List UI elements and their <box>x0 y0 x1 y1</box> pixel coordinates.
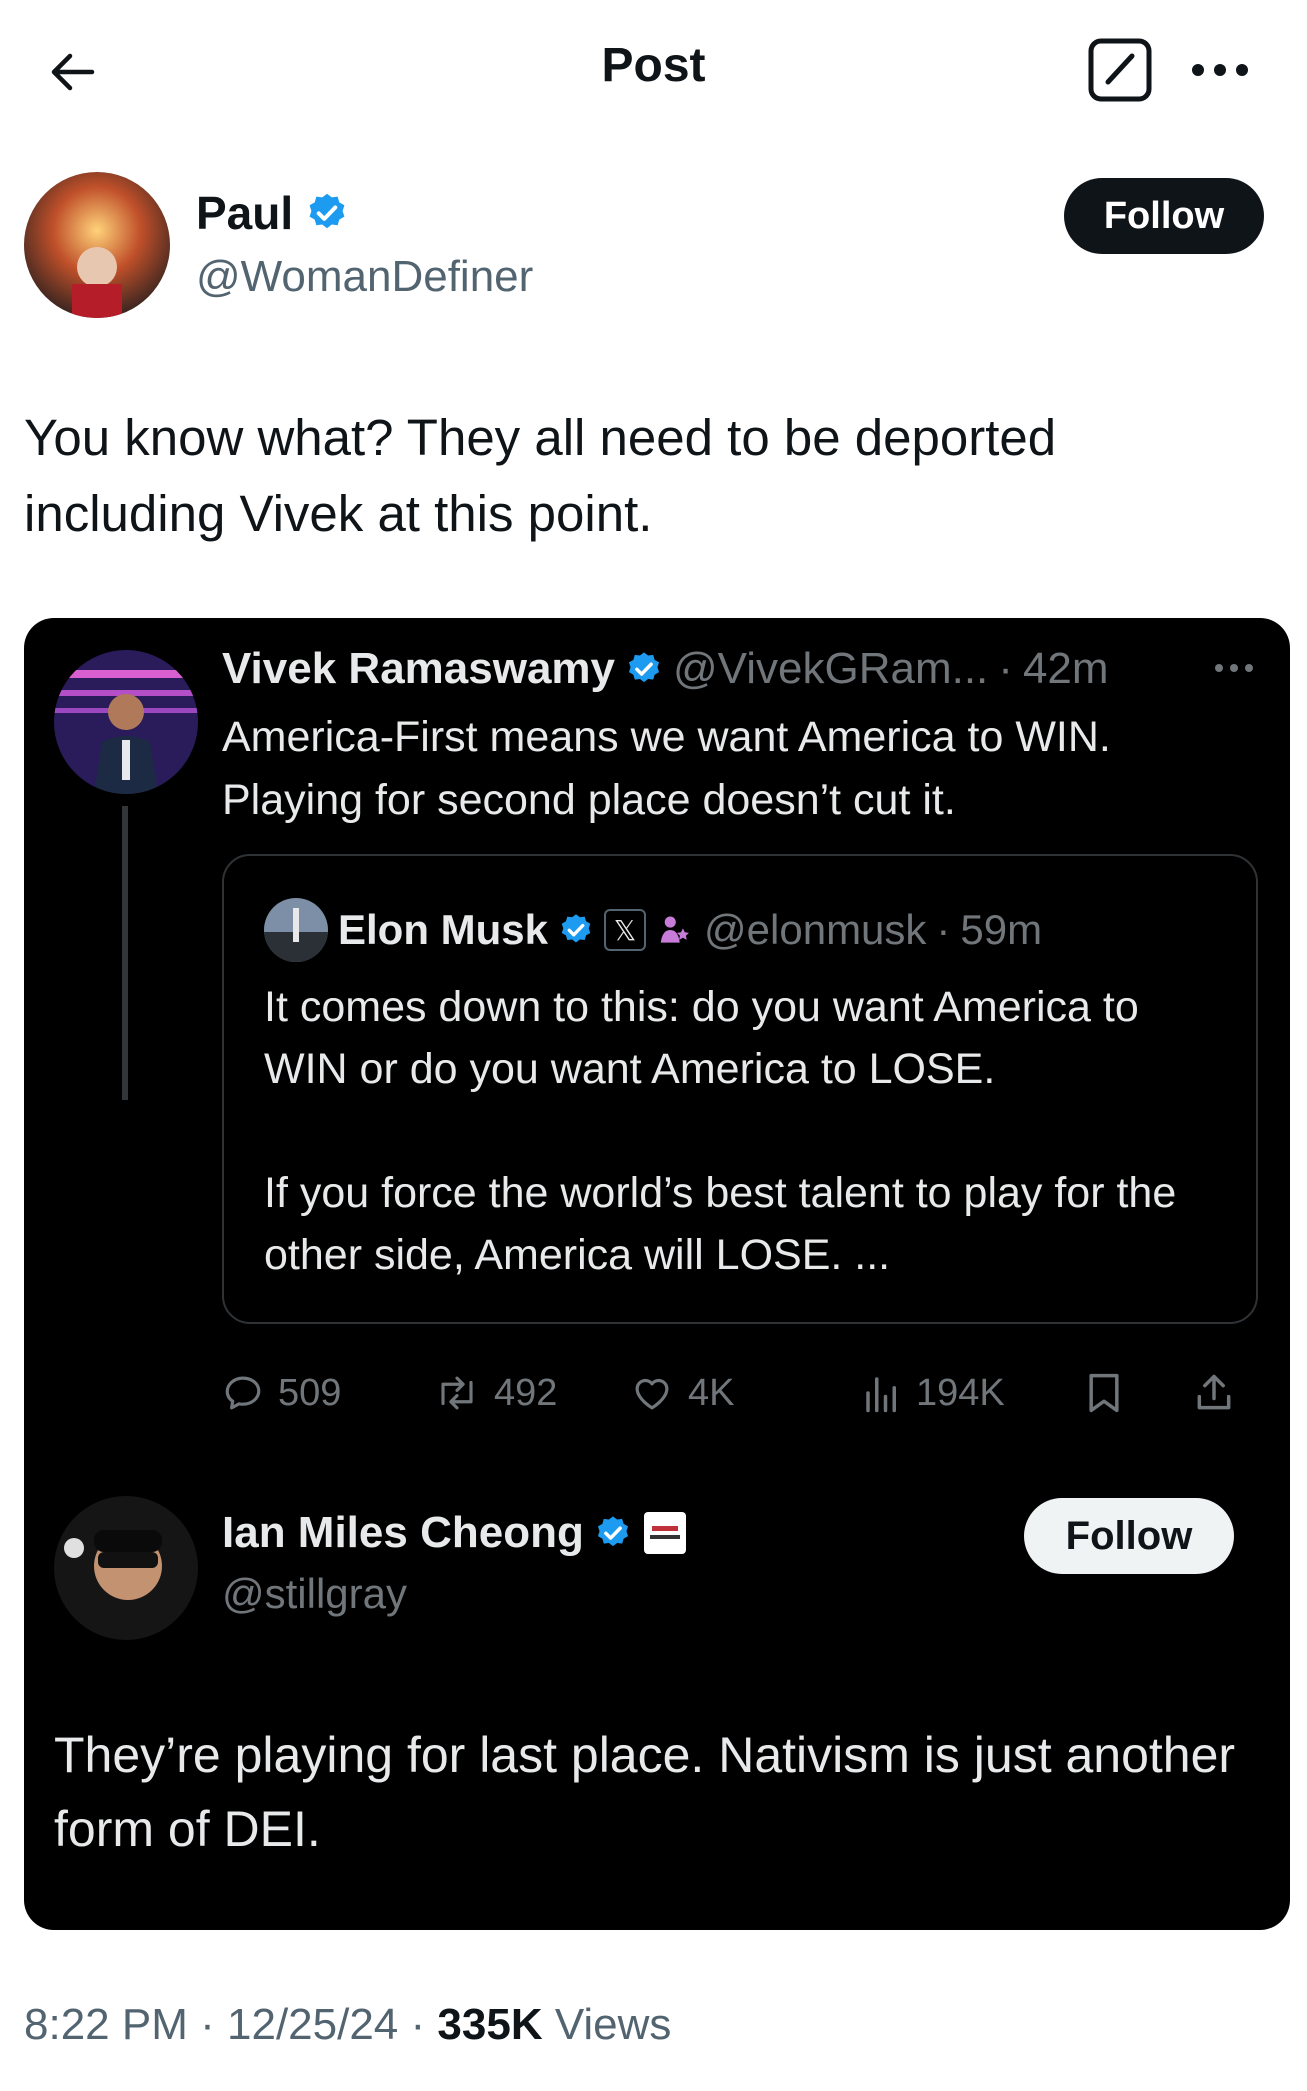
share-icon <box>1197 1374 1231 1410</box>
view-count: 194K <box>916 1371 1005 1414</box>
verified-badge-icon <box>561 914 591 943</box>
quoted-post: Elon Musk 𝕏 @elonmusk · 59m It comes dow… <box>222 854 1258 1324</box>
elon-handle: @elonmusk <box>704 906 927 953</box>
more-horizontal-icon <box>1192 64 1248 76</box>
reply-action: 509 <box>222 1358 341 1428</box>
vivek-handle: @VivekGRam... <box>673 644 989 693</box>
action-bar: 509 492 4K 194K <box>222 1358 1282 1428</box>
author-name-row[interactable]: Paul <box>196 186 349 240</box>
like-action: 4K <box>630 1358 734 1428</box>
vivek-time: 42m <box>1022 644 1109 693</box>
affiliate-logo-icon <box>643 1512 686 1554</box>
analytics-icon <box>866 1377 896 1413</box>
bookmark-icon <box>1089 1373 1119 1413</box>
verified-badge-icon <box>628 652 660 683</box>
bookmark-action <box>1084 1358 1124 1428</box>
views-label: Views <box>554 2000 672 2049</box>
elon-name: Elon Musk <box>338 906 549 953</box>
heart-icon <box>635 1378 669 1410</box>
post-date: 12/25/24 <box>227 2000 399 2049</box>
vivek-avatar <box>54 650 198 794</box>
reply-count: 509 <box>278 1371 342 1414</box>
elon-avatar <box>264 898 328 962</box>
more-options-button[interactable] <box>1184 40 1256 100</box>
quoted-text: It comes down to this: do you want Ameri… <box>264 983 1177 1279</box>
follow-button[interactable]: Follow <box>1064 178 1264 254</box>
separator: · <box>410 2000 426 2049</box>
ian-name: Ian Miles Cheong <box>222 1508 584 1557</box>
post-time: 8:22 PM <box>24 2000 188 2049</box>
ian-follow-button: Follow <box>1024 1498 1234 1574</box>
vivek-name: Vivek Ramaswamy <box>222 644 616 693</box>
separator: · <box>936 906 951 953</box>
repost-count: 492 <box>494 1371 558 1414</box>
post-metadata: 8:22 PM · 12/25/24 · 335K Views <box>24 2000 671 2050</box>
elon-header: Elon Musk 𝕏 @elonmusk · 59m <box>264 898 1042 962</box>
compose-icon <box>1088 38 1152 102</box>
thread-line <box>122 806 128 1100</box>
ian-text: They’re playing for last place. Nativism… <box>54 1727 1236 1857</box>
verified-badge-icon <box>309 193 345 229</box>
avatar[interactable] <box>24 172 170 318</box>
repost-action: 492 <box>434 1358 557 1428</box>
repost-icon <box>441 1376 473 1410</box>
author-handle[interactable]: @WomanDefiner <box>196 252 533 302</box>
author-name: Paul <box>196 187 294 239</box>
elon-time: 59m <box>960 906 1043 953</box>
separator: · <box>200 2000 215 2049</box>
embedded-image[interactable]: Vivek Ramaswamy @VivekGRam... · 42m Amer… <box>24 618 1290 1930</box>
x-affiliate-badge: 𝕏 <box>604 909 647 951</box>
ian-handle: @stillgray <box>222 1570 408 1617</box>
separator: · <box>998 644 1013 693</box>
share-action <box>1192 1358 1236 1428</box>
vivek-text: America-First means we want America to W… <box>222 713 1111 824</box>
compose-button[interactable] <box>1086 36 1154 104</box>
ian-name-row: Ian Miles Cheong <box>222 1508 688 1558</box>
vivek-header: Vivek Ramaswamy @VivekGRam... · 42m <box>222 644 1109 694</box>
reply-icon <box>225 1376 261 1410</box>
government-badge-icon <box>660 916 689 943</box>
more-horizontal-icon <box>1204 648 1264 688</box>
ian-avatar <box>54 1496 198 1640</box>
post-text: You know what? They all need to be depor… <box>24 409 1057 542</box>
views-count: 335K <box>437 2000 543 2049</box>
verified-badge-icon <box>597 1516 628 1547</box>
like-count: 4K <box>688 1371 735 1414</box>
views-action: 194K <box>862 1358 1005 1428</box>
